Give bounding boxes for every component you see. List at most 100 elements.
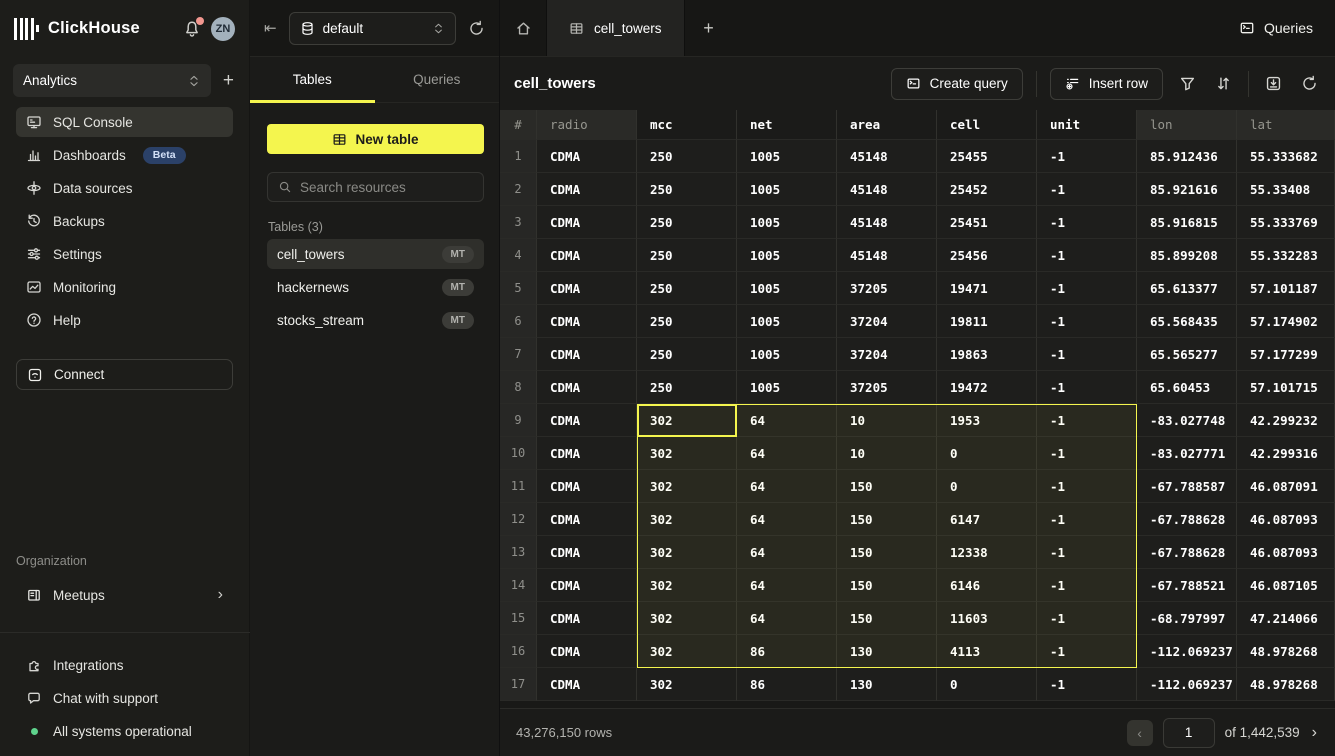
add-tab-button[interactable]: +: [685, 0, 733, 56]
table-cell[interactable]: 46.087093: [1237, 503, 1335, 536]
table-cell[interactable]: 302: [637, 404, 737, 437]
search-input[interactable]: [300, 180, 450, 195]
row-number[interactable]: 17: [500, 668, 537, 701]
column-header-unit[interactable]: unit: [1037, 110, 1137, 140]
column-header-rownum[interactable]: #: [500, 110, 537, 140]
row-number[interactable]: 8: [500, 371, 537, 404]
table-cell[interactable]: -83.027771: [1137, 437, 1237, 470]
table-cell[interactable]: 250: [637, 371, 737, 404]
table-cell[interactable]: 302: [637, 602, 737, 635]
column-header-area[interactable]: area: [837, 110, 937, 140]
table-cell[interactable]: 1953: [937, 404, 1037, 437]
column-header-radio[interactable]: radio: [537, 110, 637, 140]
row-number[interactable]: 12: [500, 503, 537, 536]
row-number[interactable]: 2: [500, 173, 537, 206]
sidebar-item-monitoring[interactable]: Monitoring: [16, 272, 233, 302]
home-button[interactable]: [500, 0, 546, 56]
table-cell[interactable]: 250: [637, 305, 737, 338]
sidebar-item-backups[interactable]: Backups: [16, 206, 233, 236]
table-cell[interactable]: 86: [737, 635, 837, 668]
table-cell[interactable]: 250: [637, 173, 737, 206]
table-cell[interactable]: 1005: [737, 239, 837, 272]
insert-row-button[interactable]: Insert row: [1050, 68, 1163, 100]
table-cell[interactable]: 64: [737, 404, 837, 437]
table-cell[interactable]: CDMA: [537, 173, 637, 206]
sidebar-item-integrations[interactable]: Integrations: [16, 650, 234, 680]
table-cell[interactable]: 37205: [837, 371, 937, 404]
column-header-net[interactable]: net: [737, 110, 837, 140]
table-cell[interactable]: CDMA: [537, 305, 637, 338]
table-cell[interactable]: 1005: [737, 371, 837, 404]
column-header-lon[interactable]: lon: [1137, 110, 1237, 140]
table-cell[interactable]: -83.027748: [1137, 404, 1237, 437]
tab-tables[interactable]: Tables: [250, 57, 375, 102]
refresh-data-button[interactable]: [1298, 75, 1321, 92]
sort-button[interactable]: [1212, 75, 1235, 92]
table-cell[interactable]: 45148: [837, 140, 937, 173]
table-item-hackernews[interactable]: hackernews MT: [267, 272, 484, 302]
table-cell[interactable]: 37205: [837, 272, 937, 305]
row-number[interactable]: 13: [500, 536, 537, 569]
table-cell[interactable]: -67.788587: [1137, 470, 1237, 503]
table-cell[interactable]: -67.788628: [1137, 536, 1237, 569]
row-number[interactable]: 10: [500, 437, 537, 470]
table-cell[interactable]: -67.788628: [1137, 503, 1237, 536]
search-resources[interactable]: [267, 172, 484, 202]
table-cell[interactable]: 19471: [937, 272, 1037, 305]
table-cell[interactable]: 45148: [837, 173, 937, 206]
sidebar-item-dashboards[interactable]: Dashboards Beta: [16, 140, 233, 170]
table-cell[interactable]: 250: [637, 272, 737, 305]
table-cell[interactable]: -1: [1037, 206, 1137, 239]
table-cell[interactable]: CDMA: [537, 338, 637, 371]
table-cell[interactable]: 37204: [837, 305, 937, 338]
table-cell[interactable]: 25451: [937, 206, 1037, 239]
table-cell[interactable]: 302: [637, 503, 737, 536]
row-number[interactable]: 7: [500, 338, 537, 371]
column-header-cell[interactable]: cell: [937, 110, 1037, 140]
table-cell[interactable]: -1: [1037, 404, 1137, 437]
database-select[interactable]: default: [289, 12, 456, 45]
table-cell[interactable]: 19863: [937, 338, 1037, 371]
table-cell[interactable]: 42.299232: [1237, 404, 1335, 437]
table-cell[interactable]: 45148: [837, 239, 937, 272]
table-cell[interactable]: CDMA: [537, 239, 637, 272]
table-cell[interactable]: 1005: [737, 272, 837, 305]
table-cell[interactable]: 250: [637, 140, 737, 173]
table-cell[interactable]: -1: [1037, 371, 1137, 404]
row-number[interactable]: 3: [500, 206, 537, 239]
tab-queries[interactable]: Queries: [375, 57, 500, 102]
table-cell[interactable]: 150: [837, 569, 937, 602]
table-cell[interactable]: 64: [737, 536, 837, 569]
table-cell[interactable]: -1: [1037, 536, 1137, 569]
connect-button[interactable]: Connect: [16, 359, 233, 390]
table-cell[interactable]: 0: [937, 437, 1037, 470]
sidebar-item-chat-support[interactable]: Chat with support: [16, 683, 234, 713]
table-cell[interactable]: 64: [737, 569, 837, 602]
sidebar-item-data-sources[interactable]: Data sources: [16, 173, 233, 203]
table-cell[interactable]: 42.299316: [1237, 437, 1335, 470]
table-cell[interactable]: 46.087105: [1237, 569, 1335, 602]
collapse-panel-button[interactable]: ⇤: [264, 19, 277, 37]
row-number[interactable]: 1: [500, 140, 537, 173]
table-cell[interactable]: 1005: [737, 305, 837, 338]
system-status[interactable]: All systems operational: [16, 716, 234, 746]
row-number[interactable]: 4: [500, 239, 537, 272]
table-cell[interactable]: 46.087093: [1237, 536, 1335, 569]
table-cell[interactable]: 250: [637, 206, 737, 239]
table-cell[interactable]: -112.069237: [1137, 668, 1237, 701]
table-cell[interactable]: 85.899208: [1137, 239, 1237, 272]
table-cell[interactable]: 55.333769: [1237, 206, 1335, 239]
table-cell[interactable]: 302: [637, 437, 737, 470]
download-button[interactable]: [1262, 75, 1285, 92]
table-cell[interactable]: 250: [637, 338, 737, 371]
table-cell[interactable]: 45148: [837, 206, 937, 239]
table-cell[interactable]: 47.214066: [1237, 602, 1335, 635]
row-number[interactable]: 15: [500, 602, 537, 635]
table-item-cell-towers[interactable]: cell_towers MT: [267, 239, 484, 269]
sidebar-item-help[interactable]: Help: [16, 305, 233, 335]
table-cell[interactable]: 64: [737, 470, 837, 503]
table-cell[interactable]: 1005: [737, 140, 837, 173]
table-cell[interactable]: 11603: [937, 602, 1037, 635]
table-cell[interactable]: -1: [1037, 338, 1137, 371]
column-header-mcc[interactable]: mcc: [637, 110, 737, 140]
